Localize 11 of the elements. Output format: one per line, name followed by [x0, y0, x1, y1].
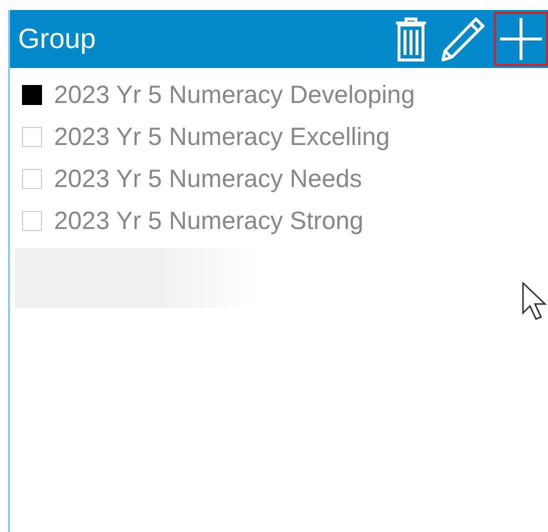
pencil-icon: [440, 16, 486, 62]
checkbox[interactable]: [22, 85, 42, 105]
group-label[interactable]: 2023 Yr 5 Numeracy Strong: [54, 206, 364, 236]
add-button[interactable]: [494, 12, 548, 66]
trash-icon: [394, 16, 428, 62]
panel-title: Group: [18, 23, 96, 55]
group-label[interactable]: 2023 Yr 5 Numeracy Excelling: [54, 122, 390, 152]
group-label[interactable]: 2023 Yr 5 Numeracy Needs: [54, 164, 362, 194]
plus-icon: [498, 16, 544, 62]
group-label[interactable]: 2023 Yr 5 Numeracy Developing: [54, 80, 415, 110]
mouse-pointer-icon: [522, 282, 548, 322]
